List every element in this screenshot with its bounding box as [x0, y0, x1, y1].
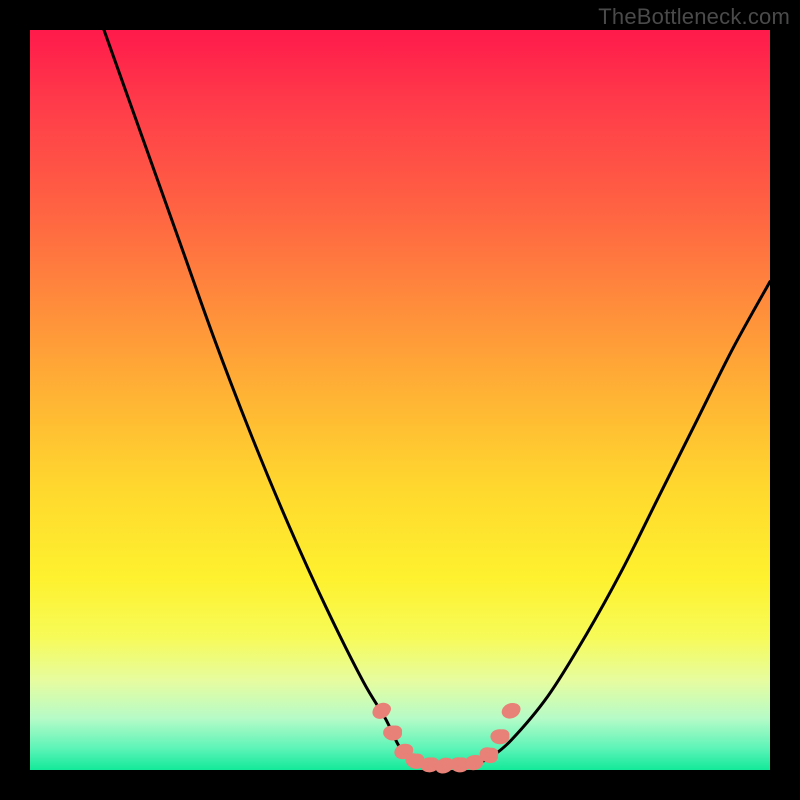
curve-group [104, 30, 770, 767]
marker-group [370, 700, 522, 775]
valley-marker [491, 729, 510, 744]
bottleneck-curve [104, 30, 770, 767]
valley-marker [500, 701, 522, 720]
chart-frame: TheBottleneck.com [0, 0, 800, 800]
plot-area [30, 30, 770, 770]
chart-svg [30, 30, 770, 770]
watermark-text: TheBottleneck.com [598, 4, 790, 30]
valley-marker [370, 700, 393, 721]
valley-marker [383, 725, 403, 741]
